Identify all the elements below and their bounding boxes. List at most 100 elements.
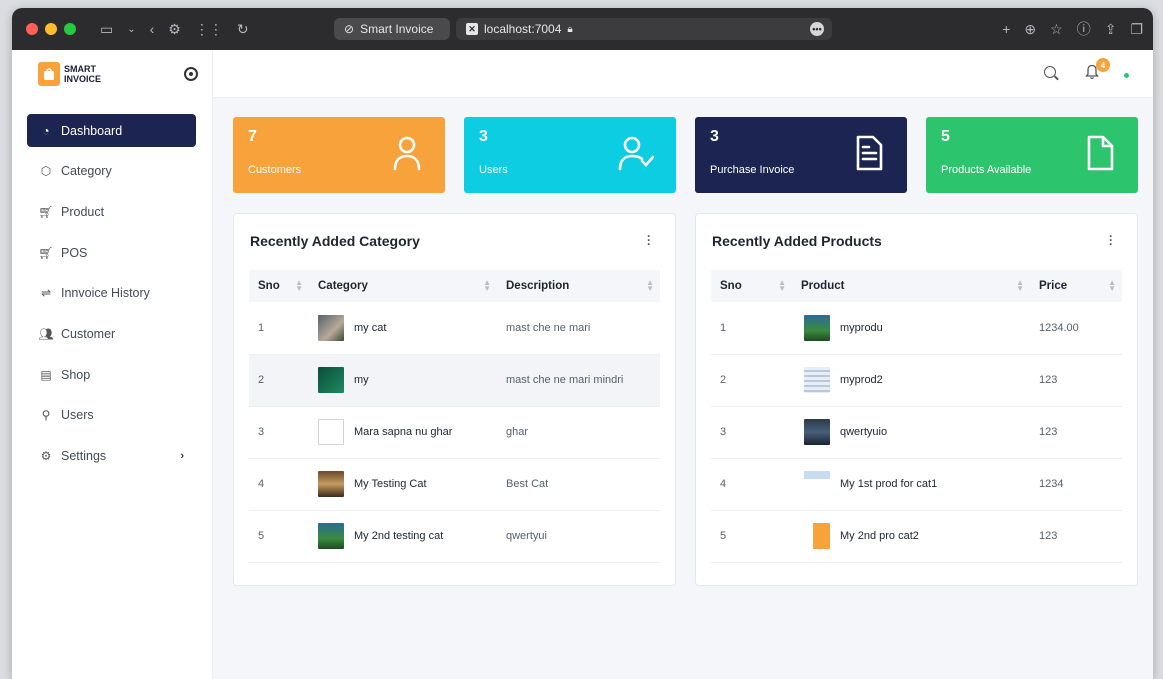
maximize-window-button[interactable]: [64, 23, 76, 35]
stat-card-users[interactable]: 3 Users: [464, 117, 676, 193]
product-thumbnail: [804, 314, 830, 341]
category-thumbnail: [318, 471, 344, 497]
more-icon[interactable]: •••: [810, 22, 824, 36]
column-header-sno[interactable]: Sno ▲ ▼: [249, 270, 309, 302]
sidebar-item-product[interactable]: 🛒︎ Product: [27, 195, 196, 228]
tabs-overview-icon[interactable]: ❐: [1130, 19, 1143, 39]
column-header-category[interactable]: Category ▲ ▼: [309, 270, 497, 302]
cell-sno: 2: [249, 354, 309, 407]
cell-product: My 2nd pro cat2: [840, 529, 919, 542]
recent-category-panel: Recently Added Category · · · Sno ▲ ▼ Catego…: [233, 213, 676, 586]
share-icon[interactable]: ⇪: [1105, 19, 1117, 39]
cell-sno: 4: [711, 458, 792, 511]
category-table: Sno ▲ ▼ Category ▲ ▼ Description ▲ ▼ 1 my cat …: [249, 270, 660, 563]
cell-product: My 1st prod for cat1: [840, 477, 938, 490]
chevron-down-icon[interactable]: ⌄: [127, 19, 135, 39]
table-row[interactable]: 2 my mast che ne mari mindri: [249, 354, 660, 407]
minimize-window-button[interactable]: [45, 23, 57, 35]
sidebar-nav: ◔ Dashboard ⬡ Category 🛒︎ Product 🛒︎ POS…: [12, 114, 212, 473]
sidebar-item-label: POS: [61, 245, 88, 260]
sidebar-item-pos[interactable]: 🛒︎ POS: [27, 236, 196, 269]
product-thumbnail: [804, 419, 830, 445]
product-thumbnail: [804, 523, 830, 549]
column-header-price[interactable]: Price ▲ ▼: [1030, 270, 1122, 302]
panel-title: Recently Added Category: [250, 233, 420, 249]
recent-products-panel: Recently Added Products · · · Sno ▲ ▼ Produc…: [695, 213, 1138, 586]
sidebar-item-label: Customer: [61, 326, 116, 341]
grid-icon[interactable]: ⋮⋮: [195, 19, 223, 39]
sidebar-item-customer[interactable]: 👥︎ Customer: [27, 317, 196, 350]
column-header-sno[interactable]: Sno ▲ ▼: [711, 270, 792, 302]
download-icon[interactable]: ⊕: [1024, 19, 1036, 39]
search-icon[interactable]: [1044, 66, 1056, 78]
cell-price: 1234: [1030, 458, 1122, 511]
table-row[interactable]: 3 qwertyuio 123: [711, 406, 1122, 459]
address-bar[interactable]: ✕ localhost:7004 🔒︎ •••: [456, 18, 832, 40]
stat-label: Users: [479, 164, 508, 176]
table-row[interactable]: 1 myprodu 1234.00: [711, 302, 1122, 355]
back-arrow-icon[interactable]: ‹: [150, 19, 155, 39]
stat-card-customers[interactable]: 7 Customers: [233, 117, 445, 193]
user-icon: [393, 136, 421, 171]
table-row[interactable]: 4 My Testing Cat Best Cat: [249, 458, 660, 511]
cell-sno: 4: [249, 458, 309, 511]
sidebar-item-shop[interactable]: ▤ Shop: [27, 358, 196, 391]
new-tab-icon[interactable]: +: [1002, 19, 1010, 39]
star-icon[interactable]: ☆: [1050, 19, 1063, 39]
category-thumbnail: [318, 314, 344, 341]
arrows-icon: ⇌: [40, 286, 52, 301]
notification-count-badge: 4: [1096, 58, 1110, 72]
category-thumbnail: [318, 419, 344, 445]
cell-category: My Testing Cat: [354, 477, 427, 490]
sort-icon: ▲ ▼: [778, 278, 786, 293]
more-options-icon[interactable]: · · ·: [647, 230, 651, 250]
sidebar-item-dashboard[interactable]: ◔ Dashboard: [27, 114, 196, 147]
sort-icon: ▲ ▼: [1016, 278, 1024, 293]
table-row[interactable]: 5 My 2nd testing cat qwertyui: [249, 510, 660, 563]
stat-label: Purchase Invoice: [710, 164, 795, 176]
sidebar-toggle-icon[interactable]: ▭: [100, 19, 113, 39]
column-header-product[interactable]: Product ▲ ▼: [792, 270, 1030, 302]
site-favicon-icon: ✕: [466, 23, 478, 35]
reload-icon[interactable]: ↻: [237, 19, 249, 39]
cell-description: mast che ne mari mindri: [497, 354, 660, 407]
column-header-description[interactable]: Description ▲ ▼: [497, 270, 660, 302]
brand-logo[interactable]: SMART INVOICE: [12, 50, 212, 98]
file-icon: [1087, 135, 1114, 171]
info-icon[interactable]: ⓘ: [1077, 19, 1091, 39]
cell-price: 123: [1030, 510, 1122, 563]
cell-sno: 1: [249, 302, 309, 355]
more-options-icon[interactable]: · · ·: [1109, 230, 1113, 250]
window-controls: [26, 23, 76, 35]
table-row[interactable]: 4 My 1st prod for cat1 1234: [711, 458, 1122, 511]
sidebar-item-label: Product: [61, 204, 105, 219]
box-icon: ⬡: [40, 164, 52, 179]
panel-title: Recently Added Products: [712, 233, 882, 249]
settings-icon[interactable]: ⚙: [168, 19, 181, 39]
sidebar-item-users[interactable]: ⚲ Users: [27, 399, 196, 432]
close-window-button[interactable]: [26, 23, 38, 35]
table-row[interactable]: 1 my cat mast che ne mari: [249, 302, 660, 355]
collapse-sidebar-icon[interactable]: [184, 67, 198, 81]
stat-card-products-available[interactable]: 5 Products Available: [926, 117, 1138, 193]
table-row[interactable]: 5 My 2nd pro cat2 123: [711, 510, 1122, 563]
browser-tab[interactable]: ⊘ Smart Invoice: [334, 18, 450, 40]
tab-title: Smart Invoice: [360, 22, 434, 36]
sidebar-item-category[interactable]: ⬡ Category: [27, 155, 196, 188]
user-check-icon: [618, 136, 654, 171]
sort-icon: ▲ ▼: [1108, 278, 1116, 293]
browser-window: ▭ ⌄ ‹ ⚙ ⋮⋮ ↻ ⊘ Smart Invoice ✕ localhost…: [12, 8, 1153, 679]
sidebar-item-label: Category: [61, 164, 112, 179]
cell-product: myprodu: [840, 321, 883, 334]
brand-line2: INVOICE: [64, 74, 102, 84]
sort-icon: ▲ ▼: [483, 278, 491, 293]
stat-card-purchase-invoice[interactable]: 3 Purchase Invoice: [695, 117, 907, 193]
cell-category: Mara sapna nu ghar: [354, 425, 453, 438]
cell-price: 123: [1030, 406, 1122, 459]
table-row[interactable]: 2 myprod2 123: [711, 354, 1122, 407]
brand-line1: SMART: [64, 64, 96, 74]
sidebar-item-settings[interactable]: ⚙ Settings ›: [27, 440, 196, 473]
table-row[interactable]: 3 Mara sapna nu ghar ghar: [249, 406, 660, 459]
sidebar-item-invoice-history[interactable]: ⇌ Innvoice History: [27, 277, 196, 310]
stat-label: Customers: [248, 164, 302, 176]
